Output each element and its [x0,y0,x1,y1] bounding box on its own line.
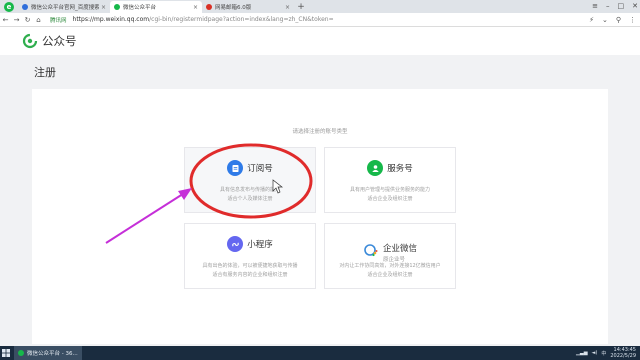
taskbar-app-browser[interactable]: 微信公众平台 - 36... [14,346,82,360]
browser-app-icon [18,350,24,356]
card-description: 对内让工作协同高效，对外连接12亿微信用户 适合企业及组织注册 [325,262,455,280]
back-icon[interactable]: ← [0,16,11,24]
card-desc-line: 适合企业及组织注册 [367,272,413,278]
card-title: 企业微信 [382,244,417,254]
tab-wechat-platform[interactable]: 微信公众平台 × [110,1,202,13]
card-description: 具有用户管理与提供业务服务的能力 适合企业及组织注册 [325,186,455,204]
card-desc-line: 适合企业及组织注册 [367,196,413,202]
url-host: https://mp.weixin.qq.com [72,16,150,23]
site-header: 公众号 [0,27,640,55]
secure-site-badge: 腾讯网 [50,17,67,24]
card-desc-line: 具有信息发布与传播的能力 [219,187,280,193]
wecom-card[interactable]: 企业微信 原企业号 对内让工作协同高效，对外连接12亿微信用户 适合企业及组织注… [324,223,456,289]
card-desc-line: 具有用户管理与提供业务服务的能力 [349,187,430,193]
person-icon [367,160,384,176]
start-button[interactable] [0,346,12,360]
mail-favicon-icon [206,4,212,10]
card-desc-line: 适合个人及媒体注册 [227,196,273,202]
tab-title: 微信公众平台官网_百度搜索 [31,5,99,11]
mini-program-card[interactable]: 小程序 具有出色的体验，可以被便捷地获取与传播 适合有服务内容的企业和组织注册 [184,223,316,289]
service-account-card[interactable]: 服务号 具有用户管理与提供业务服务的能力 适合企业及组织注册 [324,147,456,213]
volume-icon[interactable]: ◄) [592,350,598,356]
close-tab-icon[interactable]: × [101,4,106,11]
toolbar-right: ⚡ ⌄ ⚲ ⋮ [589,13,636,27]
tab-baidu-search[interactable]: 微信公众平台官网_百度搜索 × [18,1,110,13]
ime-icon[interactable]: 中 [601,350,606,357]
site-logo-text[interactable]: 公众号 [42,33,77,49]
minimize-icon[interactable]: – [606,0,610,12]
network-icon[interactable]: ▁▃▅ [576,350,588,356]
system-tray: ▁▃▅ ◄) 中 14:43:45 2022/5/29 [576,346,636,360]
new-tab-button[interactable]: + [294,1,308,13]
doc-icon [227,160,244,176]
close-tab-icon[interactable]: × [193,4,198,11]
search-icon[interactable]: ⚲ [616,13,621,27]
card-title: 订阅号 [247,164,273,174]
address-bar[interactable]: 腾讯网 https://mp.weixin.qq.com/cgi-bin/reg… [50,16,334,24]
card-description: 具有信息发布与传播的能力 适合个人及媒体注册 [185,186,315,204]
taskbar-app-label: 微信公众平台 - 36... [27,351,78,357]
card-title: 服务号 [387,164,413,174]
page-title: 注册 [34,66,56,79]
card-desc-line: 对内让工作协同高效，对外连接12亿微信用户 [339,263,441,269]
subscription-account-card[interactable]: 订阅号 具有信息发布与传播的能力 适合个人及媒体注册 [184,147,316,213]
browser-logo-icon[interactable]: e [0,0,18,13]
card-desc-line: 具有出色的体验，可以被便捷地获取与传播 [202,263,298,269]
wecom-icon [362,241,379,258]
tab-title: 微信公众平台 [123,5,157,11]
os-taskbar: 微信公众平台 - 36... ▁▃▅ ◄) 中 14:43:45 2022/5/… [0,346,640,360]
browser-tab-strip: e 微信公众平台官网_百度搜索 × 微信公众平台 × 网易邮箱6.0版 × + … [0,0,640,13]
card-description: 具有出色的体验，可以被便捷地获取与传播 适合有服务内容的企业和组织注册 [185,262,315,280]
card-title-group: 企业微信 原企业号 [383,236,417,263]
url-path: /cgi-bin/registermidpage?action=index&la… [149,16,334,23]
baidu-favicon-icon [22,4,28,10]
url-text[interactable]: https://mp.weixin.qq.com/cgi-bin/registe… [73,16,334,23]
forward-icon[interactable]: → [11,16,22,24]
close-window-icon[interactable]: ✕ [632,0,638,12]
chevron-down-icon[interactable]: ⌄ [602,13,608,27]
card-title: 小程序 [247,240,273,250]
lightning-icon[interactable]: ⚡ [589,13,594,27]
tab-netease-mail[interactable]: 网易邮箱6.0版 × [202,1,294,13]
tab-title: 网易邮箱6.0版 [215,5,252,11]
more-menu-icon[interactable]: ⋮ [629,13,636,27]
window-controls: ≡ – □ ✕ [592,0,638,12]
choose-type-hint: 请选择注册的账号类型 [292,129,348,135]
navigation-bar: ← → ↻ ⌂ 腾讯网 https://mp.weixin.qq.com/cgi… [0,13,640,27]
miniprogram-icon [227,236,244,252]
windows-logo-icon [2,349,10,357]
home-icon[interactable]: ⌂ [33,16,44,24]
maximize-icon[interactable]: □ [618,0,625,12]
menu-icon[interactable]: ≡ [592,0,598,12]
wechat-official-account-logo-icon[interactable] [22,33,38,49]
reload-icon[interactable]: ↻ [22,16,33,24]
account-type-panel: 请选择注册的账号类型 订阅号 具有信息发布与传播的能力 适合个人及媒体注册 服务… [32,89,608,344]
clock[interactable]: 14:43:45 2022/5/29 [610,347,636,359]
close-tab-icon[interactable]: × [285,4,290,11]
clock-date: 2022/5/29 [610,353,636,359]
wechat-favicon-icon [114,4,120,10]
card-desc-line: 适合有服务内容的企业和组织注册 [212,272,288,278]
